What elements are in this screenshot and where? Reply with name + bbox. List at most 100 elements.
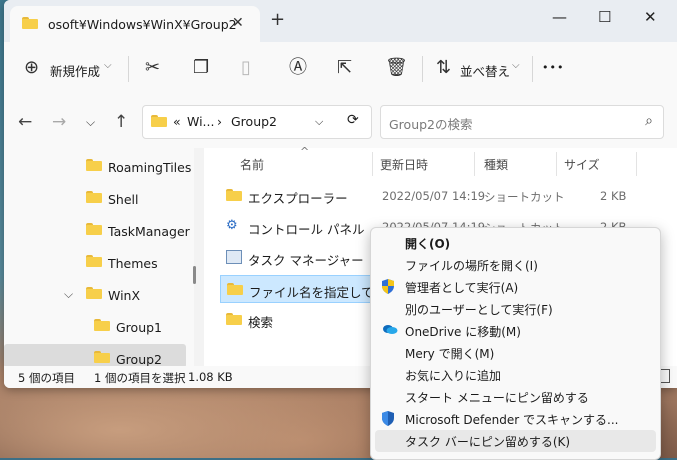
sidebar-item-group2[interactable]: Group2 [4,344,186,368]
menu-item-move-to-onedrive[interactable]: OneDrive に移動(M) [375,320,656,342]
new-button[interactable]: ⊕ 新規作成 ⌵ [18,50,118,88]
column-divider[interactable] [636,152,637,176]
sidebar-item-label: RoamingTiles [108,160,192,175]
folder-icon [22,17,38,29]
navigation-bar: ← → ⌵ ↑ « Wi... › Group2 ⌵ ⟳ Group2の検索 ⌕ [4,96,677,148]
forward-button[interactable]: → [52,112,66,132]
file-row-explorer[interactable]: エクスプローラー 2022/05/07 14:19 ショートカット 2 KB [220,182,677,210]
sort-button[interactable]: ⇅ 並べ替え ⌵ [430,50,526,88]
folder-icon [86,255,102,267]
run-icon [227,283,243,295]
sidebar-item-label: Group2 [116,352,163,367]
sidebar-item-winx[interactable]: ⌵ WinX [4,280,186,310]
tab-close-button[interactable]: ✕ [232,15,244,31]
column-divider[interactable] [474,152,475,176]
more-options-button[interactable]: ••• [542,61,564,74]
cut-icon[interactable]: ✂ [145,58,160,78]
new-tab-button[interactable]: + [270,11,285,29]
up-button[interactable]: ↑ [114,112,128,132]
uac-shield-icon [381,279,395,297]
menu-item-run-as-other-user[interactable]: 別のユーザーとして実行(F) [375,298,656,320]
address-overflow[interactable]: « [173,114,181,129]
menu-item-label: 管理者として実行(A) [405,281,519,295]
sidebar-item-taskmanager[interactable]: TaskManager [4,216,190,246]
address-segment-parent[interactable]: Wi... [187,114,214,129]
rename-icon[interactable]: Ⓐ [289,58,307,78]
menu-item-label: Mery で開く(M) [405,347,495,361]
minimize-button[interactable]: — [552,8,567,26]
sidebar-item-shell[interactable]: Shell [4,184,186,214]
search-input[interactable]: Group2の検索 [389,114,473,133]
menu-item-defender-scan[interactable]: Microsoft Defender でスキャンする... [375,408,656,430]
back-button[interactable]: ← [18,112,32,132]
address-separator: › [217,114,222,129]
sort-label: 並べ替え [460,64,511,79]
menu-item-label: Microsoft Defender でスキャンする... [405,413,619,427]
close-window-button[interactable]: ✕ [644,8,657,26]
search-icon: ⌕ [645,113,653,129]
column-header-type[interactable]: 種類 [484,156,508,173]
share-icon[interactable]: ⇱ [337,58,352,78]
search-box[interactable]: Group2の検索 ⌕ [380,105,664,139]
tab-group2[interactable]: osoft¥Windows¥WinX¥Group2 ✕ [10,6,260,42]
toolbar-divider [532,56,533,82]
address-bar[interactable]: « Wi... › Group2 ⌵ ⟳ [142,105,372,139]
sidebar-item-roamingtiles[interactable]: RoamingTiles [4,152,191,182]
context-menu: 開く(O) ファイルの場所を開く(I) 管理者として実行(A) 別のユーザーとし… [370,227,661,460]
control-panel-icon: ⚙ [226,218,238,233]
maximize-button[interactable]: ☐ [598,8,611,26]
defender-icon [381,411,395,429]
menu-item-label: スタート メニューにピン留めする [405,391,589,405]
sort-icon: ⇅ [436,57,452,78]
menu-item-open[interactable]: 開く(O) [375,232,656,254]
sidebar-item-label: WinX [108,288,141,303]
folder-icon [94,319,110,331]
sidebar-scrollbar[interactable] [193,266,196,284]
onedrive-icon [381,323,398,338]
copy-icon[interactable]: ❐ [193,58,209,78]
column-divider[interactable] [556,152,557,176]
menu-item-pin-to-taskbar[interactable]: タスク バーにピン留めする(K) [375,430,656,452]
selected-count: 1 個の項目を選択 [94,371,186,385]
chevron-down-icon: ⌵ [512,60,520,71]
new-label: 新規作成 [50,64,101,79]
menu-item-label: ファイルの場所を開く(I) [405,259,538,273]
menu-item-open-location[interactable]: ファイルの場所を開く(I) [375,254,656,276]
search-shortcut-icon [226,313,242,325]
file-size: 2 KB [600,189,627,203]
menu-item-pin-to-start[interactable]: スタート メニューにピン留めする [375,386,656,408]
menu-item-add-to-favorites[interactable]: お気に入りに追加 [375,364,656,386]
menu-item-label: お気に入りに追加 [405,369,502,383]
column-header-size[interactable]: サイズ [564,156,600,173]
refresh-button[interactable]: ⟳ [347,112,359,128]
selected-size: 1.08 KB [188,370,233,384]
folder-icon [151,115,167,127]
delete-icon[interactable]: 🗑 [385,58,408,78]
recent-locations-button[interactable]: ⌵ [86,115,95,130]
column-divider[interactable] [372,152,373,176]
address-segment-current[interactable]: Group2 [231,114,277,129]
folder-icon [86,287,102,299]
file-name: タスク マネージャー [248,253,364,268]
sidebar-item-label: TaskManager [108,224,190,239]
folder-icon [94,351,110,363]
sidebar-item-themes[interactable]: Themes [4,248,186,278]
column-header-name[interactable]: 名前 [240,156,264,173]
file-row-run[interactable]: ファイル名を指定して実行 [220,275,399,303]
file-type: ショートカット [484,190,565,204]
title-bar: osoft¥Windows¥WinX¥Group2 ✕ + — ☐ ✕ [4,0,677,42]
task-manager-icon [226,250,242,264]
folder-icon [86,223,102,235]
column-header-date[interactable]: 更新日時 [380,156,428,173]
sidebar-item-label: Group1 [116,320,163,335]
file-date: 2022/05/07 14:19 [382,189,486,203]
paste-icon[interactable]: ▯ [241,58,251,78]
menu-item-label: OneDrive に移動(M) [405,325,521,339]
file-name: 検索 [248,315,274,330]
sidebar-item-group1[interactable]: Group1 [4,312,186,342]
menu-item-run-as-admin[interactable]: 管理者として実行(A) [375,276,656,298]
menu-item-open-with-mery[interactable]: Mery で開く(M) [375,342,656,364]
toolbar-divider [422,56,423,82]
address-dropdown-button[interactable]: ⌵ [315,115,323,129]
chevron-down-icon[interactable]: ⌵ [64,287,73,302]
